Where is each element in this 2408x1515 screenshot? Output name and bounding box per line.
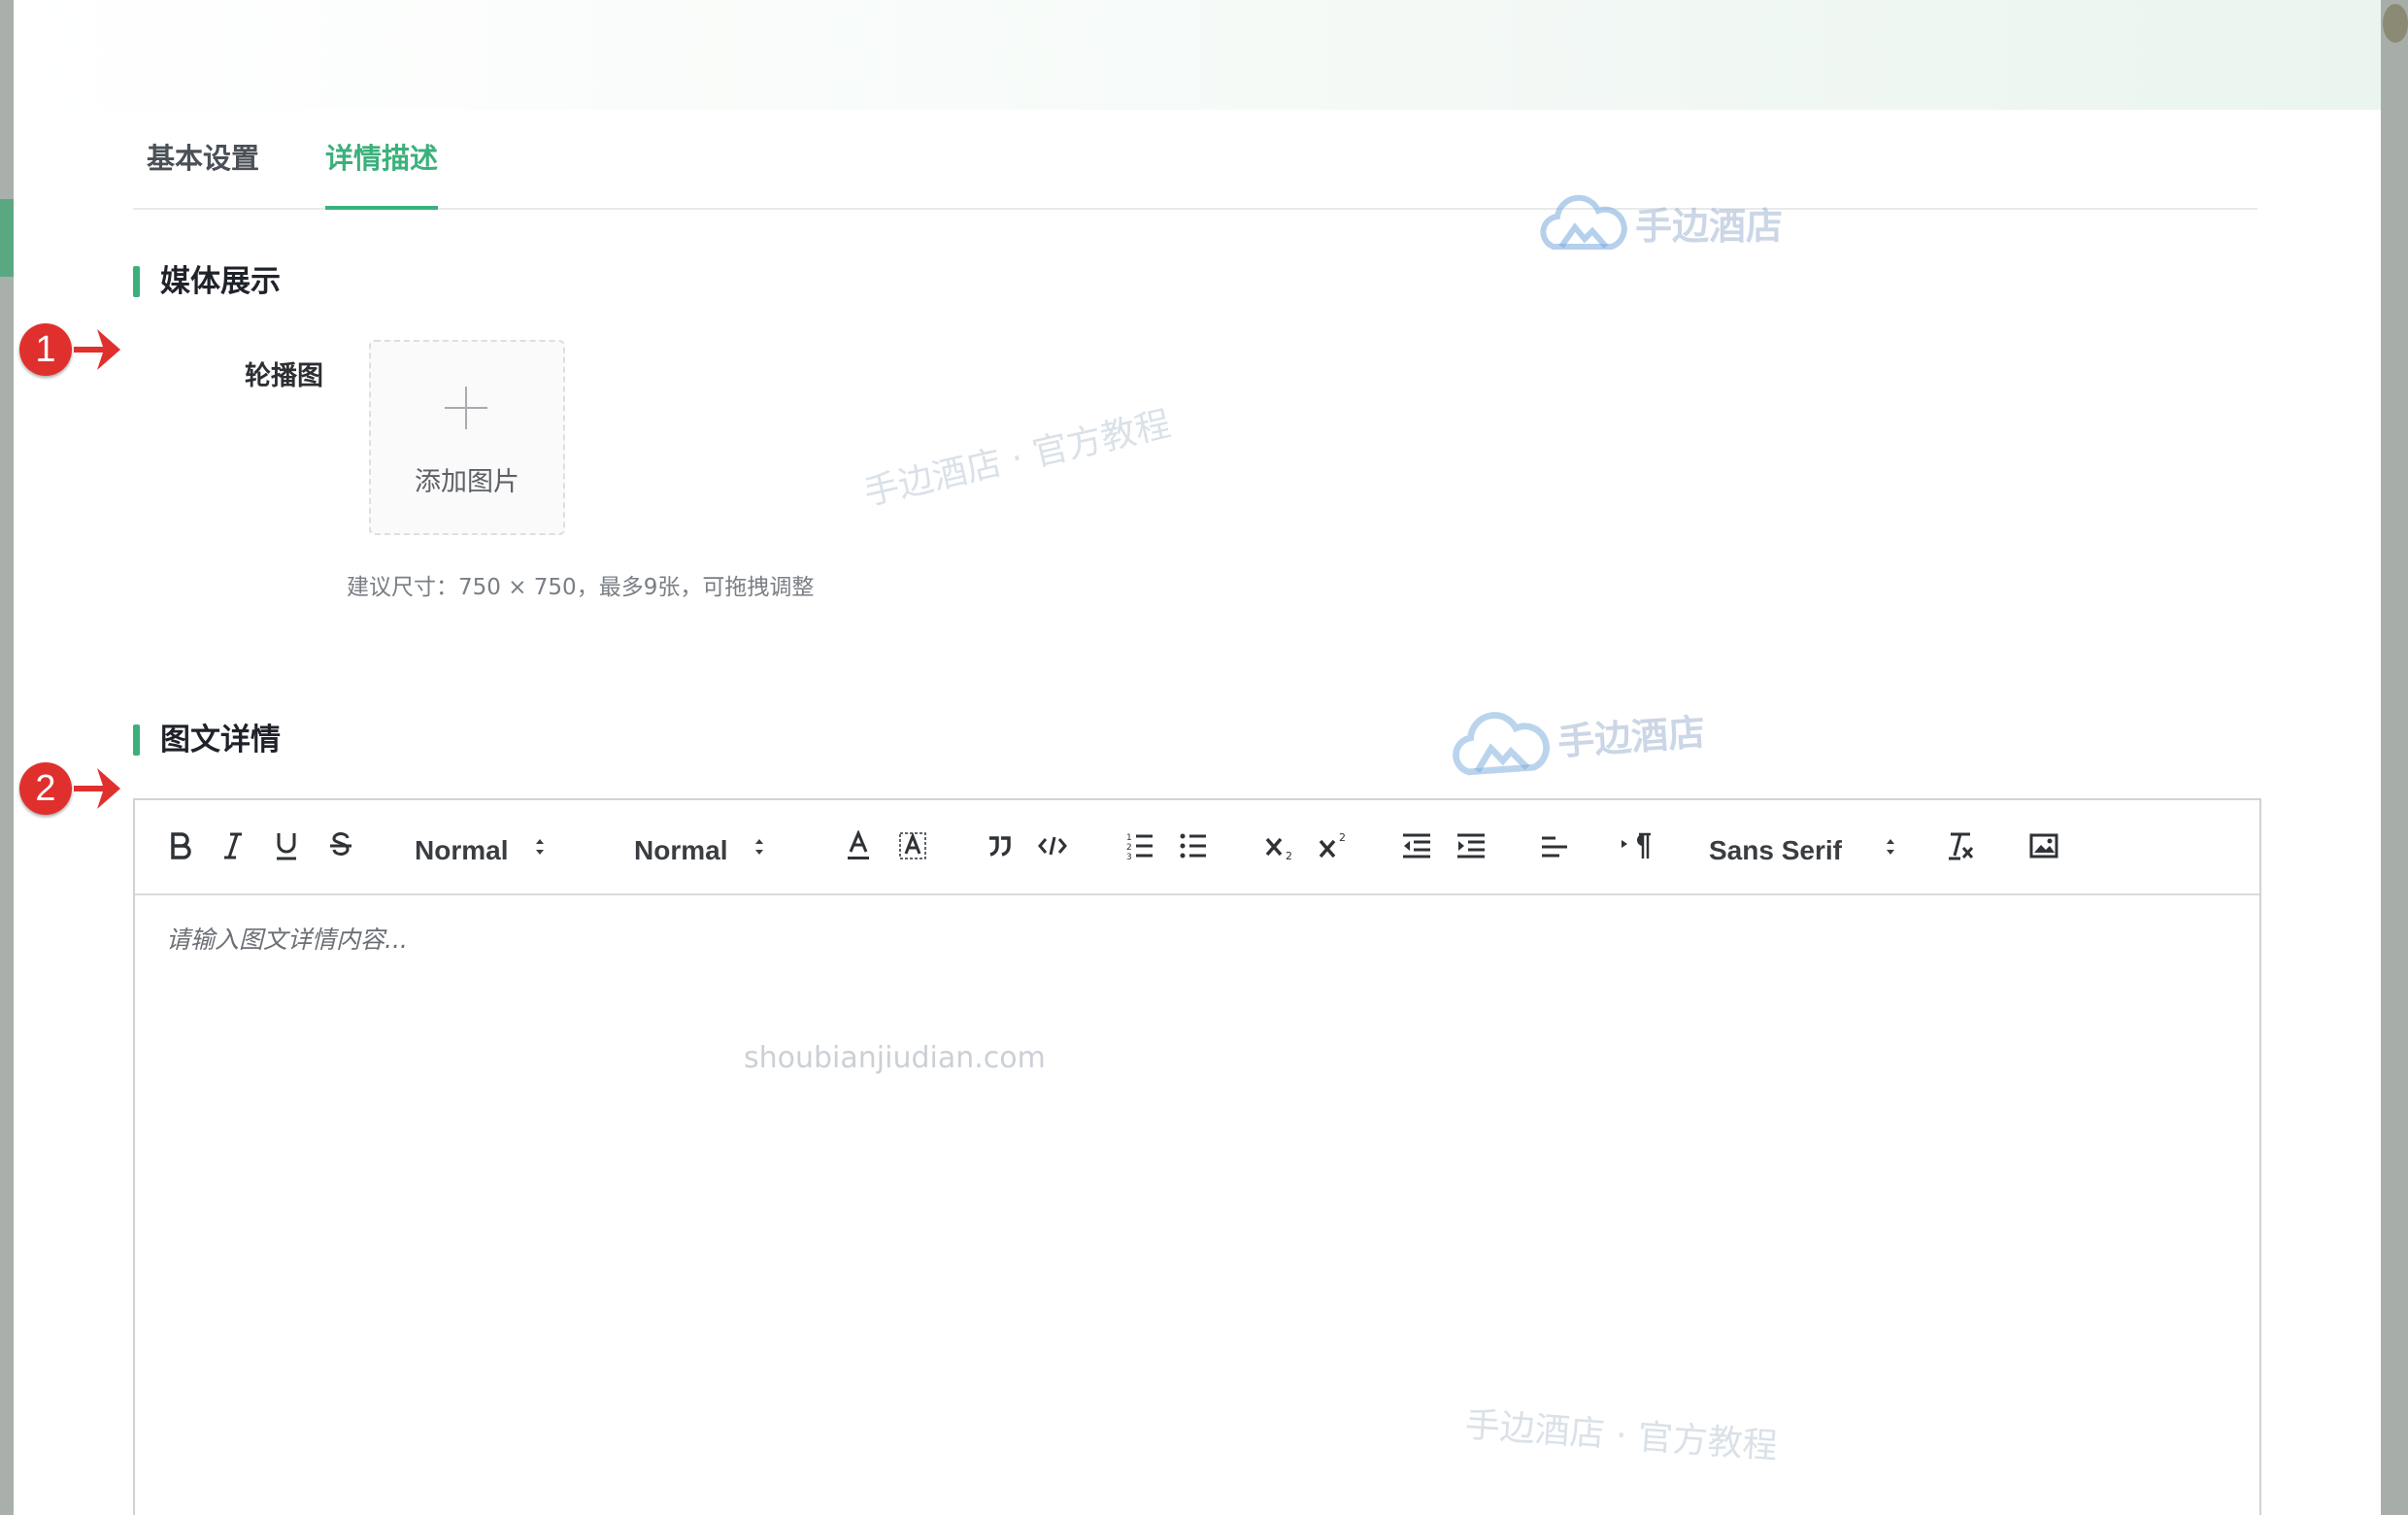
add-image-label: 添加图片	[415, 467, 519, 497]
red-arrow-icon	[74, 768, 120, 809]
font-picker[interactable]: Sans Serif	[1709, 831, 1903, 870]
size-picker-arrows-icon	[755, 839, 763, 855]
carousel-label: 轮播图	[245, 361, 323, 391]
svg-text:3: 3	[1126, 853, 1132, 860]
font-picker-arrows-icon	[1887, 839, 1894, 855]
editor-content-area[interactable]: 请输入图文详情内容...	[135, 895, 2259, 1515]
italic-icon[interactable]	[217, 829, 250, 862]
step-marker-2: 2	[19, 762, 122, 815]
edit-drawer: 基本设置 详情描述 媒体展示 轮播图 添加图片 建议尺寸：750 × 750，最…	[14, 0, 2381, 1515]
step-marker-1: 1	[19, 323, 122, 376]
indent-icon[interactable]	[1454, 829, 1488, 862]
media-section-title: 媒体展示	[133, 264, 281, 299]
backdrop-left	[0, 0, 14, 1515]
underline-icon[interactable]	[270, 829, 303, 862]
image-icon[interactable]	[2026, 829, 2061, 862]
backdrop-green-tab	[0, 199, 14, 277]
header-picker-value: Normal	[415, 835, 509, 865]
align-icon[interactable]	[1537, 829, 1572, 862]
font-picker-value: Sans Serif	[1709, 835, 1842, 865]
plus-icon	[445, 387, 487, 429]
editor-toolbar: Normal Normal 1 2 3 2 2 Sans Serif	[135, 800, 2259, 895]
svg-text:2: 2	[1286, 850, 1292, 860]
outdent-icon[interactable]	[1399, 829, 1434, 862]
tab-basic-settings[interactable]: 基本设置	[147, 134, 259, 208]
text-color-icon[interactable]	[842, 829, 875, 862]
size-picker-value: Normal	[634, 835, 728, 865]
add-image-uploader[interactable]: 添加图片	[369, 340, 565, 535]
size-picker[interactable]: Normal	[634, 831, 770, 870]
detail-section-title: 图文详情	[133, 723, 281, 758]
text-direction-icon[interactable]	[1618, 829, 1656, 862]
drawer-header	[14, 0, 2381, 110]
watermark-logo-text: 手边酒店	[1555, 710, 1707, 763]
backdrop-knob	[2383, 4, 2408, 43]
upload-hint: 建议尺寸：750 × 750，最多9张，可拖拽调整	[347, 575, 815, 600]
watermark-logo-middle: 手边酒店	[1445, 692, 1708, 782]
editor-placeholder: 请输入图文详情内容...	[166, 926, 408, 954]
background-color-icon[interactable]	[896, 829, 929, 862]
red-arrow-icon	[74, 329, 120, 370]
subscript-icon[interactable]: 2	[1262, 829, 1301, 862]
strike-icon[interactable]	[324, 829, 357, 862]
step-number: 1	[19, 323, 72, 376]
clean-format-icon[interactable]	[1943, 829, 1978, 862]
step-number: 2	[19, 762, 72, 815]
header-picker-arrows-icon	[536, 839, 544, 855]
code-block-icon[interactable]	[1036, 829, 1069, 862]
backdrop-right	[2381, 0, 2408, 1515]
blockquote-icon[interactable]	[983, 829, 1016, 862]
tab-bar: 基本设置 详情描述	[133, 134, 2258, 210]
tab-detail-description[interactable]: 详情描述	[325, 134, 439, 210]
header-picker[interactable]: Normal	[415, 831, 551, 870]
bullet-list-icon[interactable]	[1177, 829, 1210, 862]
svg-text:2: 2	[1126, 843, 1132, 853]
superscript-icon[interactable]: 2	[1316, 829, 1354, 862]
ordered-list-icon[interactable]: 123	[1123, 829, 1156, 862]
cloud-logo-icon	[1453, 712, 1550, 776]
rich-text-editor: Normal Normal 1 2 3 2 2 Sans Serif 请输入图文…	[133, 798, 2261, 1515]
svg-text:2: 2	[1339, 831, 1346, 844]
bold-icon[interactable]	[164, 829, 197, 862]
svg-text:1: 1	[1126, 833, 1132, 843]
watermark-tutorial-text: 手边酒店 · 官方教程	[860, 404, 1175, 514]
